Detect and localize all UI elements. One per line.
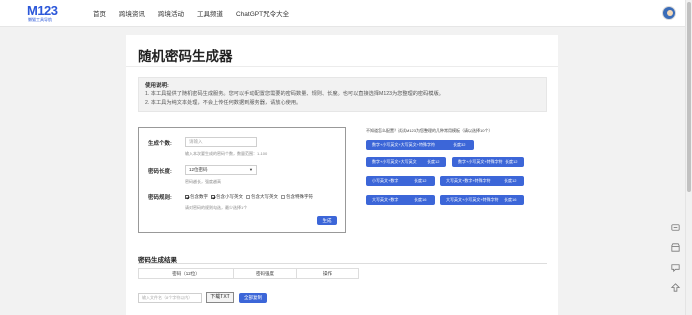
rule-label-text: 包含大写英文 (251, 194, 278, 199)
preset-button[interactable]: 数字+小写英文+特殊字符 长度12 (452, 157, 524, 167)
filename-input[interactable]: 输入文件名（8个字符以内） (138, 293, 202, 303)
site-logo[interactable]: M123 懒猫工具导航 (27, 4, 77, 24)
checkbox-empty-icon (281, 195, 285, 199)
preset-button[interactable]: 大写英文+小写英文+特殊字符 长度16 (440, 195, 524, 205)
preset-length: 长度12 (414, 178, 427, 183)
preset-button[interactable]: 数字+小写英文+大写英文 长度12 (366, 157, 446, 167)
preset-label: 数字+小写英文+大写英文 (372, 159, 417, 164)
checkbox-checked-icon (211, 195, 215, 199)
chat-icon (670, 263, 680, 272)
preset-length: 长度12 (504, 178, 517, 183)
divider (126, 66, 558, 67)
presets-hint: 不知道怎么配置？试试M123为您整理的几种常用模板（请以选择10个） (366, 128, 493, 133)
rule-uppercase-checkbox[interactable]: 包含大写英文 (246, 194, 278, 200)
floating-toolbar (666, 220, 684, 294)
checkbox-empty-icon (246, 195, 250, 199)
preset-button[interactable]: 大写英文+数字+特殊字符 长度12 (440, 176, 524, 186)
preset-length: 长度32 (453, 142, 466, 147)
nav-tools[interactable]: 工具频道 (197, 8, 223, 18)
count-label: 生成个数: (148, 141, 172, 147)
page-title: 随机密码生成器 (138, 49, 233, 64)
preset-label: 大写英文+小写英文+特殊字符 (446, 197, 499, 202)
rule-label-text: 包含数字 (190, 194, 208, 199)
back-to-top-tool[interactable] (668, 280, 682, 294)
nav-links: 首页 跨境资讯 跨境活动 工具频道 ChatGPT咒令大全 (93, 8, 289, 18)
store-icon (670, 242, 680, 252)
rule-digits-checkbox[interactable]: 包含数字 (185, 194, 208, 200)
scrollbar-thumb[interactable] (687, 2, 691, 192)
headset-icon (670, 223, 680, 231)
preset-length: 长度16 (504, 197, 517, 202)
nav-events[interactable]: 跨境活动 (158, 8, 184, 18)
rule-special-checkbox[interactable]: 包含特殊字符 (281, 194, 313, 200)
rule-hint: 请对密码的规则勾选，最少选择1个 (185, 205, 248, 210)
arrow-up-icon (670, 282, 680, 292)
generator-form: 生成个数: 请输入 输入本次要生成的密码个数，数量范围：1-100 密码长度: … (138, 127, 346, 233)
divider (138, 263, 547, 264)
preset-length: 长度16 (414, 197, 427, 202)
length-select[interactable]: 12位密码 ▼ (185, 165, 257, 175)
length-hint: 密码越长，强度越高 (185, 179, 221, 184)
generate-button[interactable]: 生成 (317, 216, 337, 225)
length-label: 密码长度: (148, 169, 172, 175)
nav-home[interactable]: 首页 (93, 8, 106, 18)
results-table-header: 密码（12位） 密码强度 操作 (138, 268, 359, 279)
nav-news[interactable]: 跨境资讯 (119, 8, 145, 18)
column-header-strength: 密码强度 (234, 269, 297, 278)
message-tool[interactable] (668, 260, 682, 274)
preset-button[interactable]: 小写英文+数字 长度12 (366, 176, 435, 186)
preset-length: 长度12 (505, 159, 518, 164)
rule-checkboxes: 包含数字 包含小写英文 包含大写英文 包含特殊字符 (185, 194, 313, 200)
column-header-actions: 操作 (323, 271, 332, 276)
rule-label-text: 包含小写英文 (216, 194, 243, 199)
chevron-down-icon: ▼ (249, 167, 253, 172)
copy-all-button[interactable]: 全部复制 (239, 293, 267, 303)
rule-label: 密码规则: (148, 195, 172, 201)
rule-label-text: 包含特殊字符 (286, 194, 313, 199)
preset-label: 小写英文+数字 (372, 178, 399, 183)
preset-button[interactable]: 数字+小写英文+大写英文+特殊字符 长度32 (366, 140, 474, 150)
user-avatar[interactable] (662, 6, 676, 20)
preset-button[interactable]: 大写英文+数字 长度16 (366, 195, 435, 205)
usage-title: 使用说明: (145, 83, 169, 89)
usage-line: 2. 本工具为纯文本处理，不会上传任何数据到服务器，请放心使用。 (145, 100, 302, 106)
main-card: 随机密码生成器 使用说明: 1. 本工具提供了随机密码生成服务。您可以手动配置您… (126, 35, 558, 315)
preset-label: 数字+小写英文+大写英文+特殊字符 (372, 142, 436, 147)
store-tool[interactable] (668, 240, 682, 254)
column-header-password: 密码（12位） (139, 269, 234, 278)
usage-line: 1. 本工具提供了随机密码生成服务。您可以手动配置您需要的密码数量、规则、长度。… (145, 91, 444, 97)
preset-label: 大写英文+数字+特殊字符 (446, 178, 491, 183)
logo-subtitle: 懒猫工具导航 (28, 17, 52, 22)
top-navbar: M123 懒猫工具导航 首页 跨境资讯 跨境活动 工具频道 ChatGPT咒令大… (0, 0, 692, 27)
preset-label: 大写英文+数字 (372, 197, 399, 202)
length-value: 12位密码 (189, 167, 208, 172)
checkbox-checked-icon (185, 195, 189, 199)
preset-label: 数字+小写英文+特殊字符 (458, 159, 503, 164)
count-input[interactable]: 请输入 (185, 137, 257, 147)
customer-service-tool[interactable] (668, 220, 682, 234)
usage-notes: 使用说明: 1. 本工具提供了随机密码生成服务。您可以手动配置您需要的密码数量、… (138, 77, 547, 112)
page-scrollbar[interactable] (685, 0, 692, 315)
preset-length: 长度12 (427, 159, 440, 164)
nav-chatgpt[interactable]: ChatGPT咒令大全 (236, 8, 289, 18)
rule-lowercase-checkbox[interactable]: 包含小写英文 (211, 194, 243, 200)
download-txt-button[interactable]: 下载TXT (206, 292, 234, 303)
count-hint: 输入本次要生成的密码个数，数量范围：1-100 (185, 151, 268, 156)
logo-text: M123 (27, 3, 58, 18)
